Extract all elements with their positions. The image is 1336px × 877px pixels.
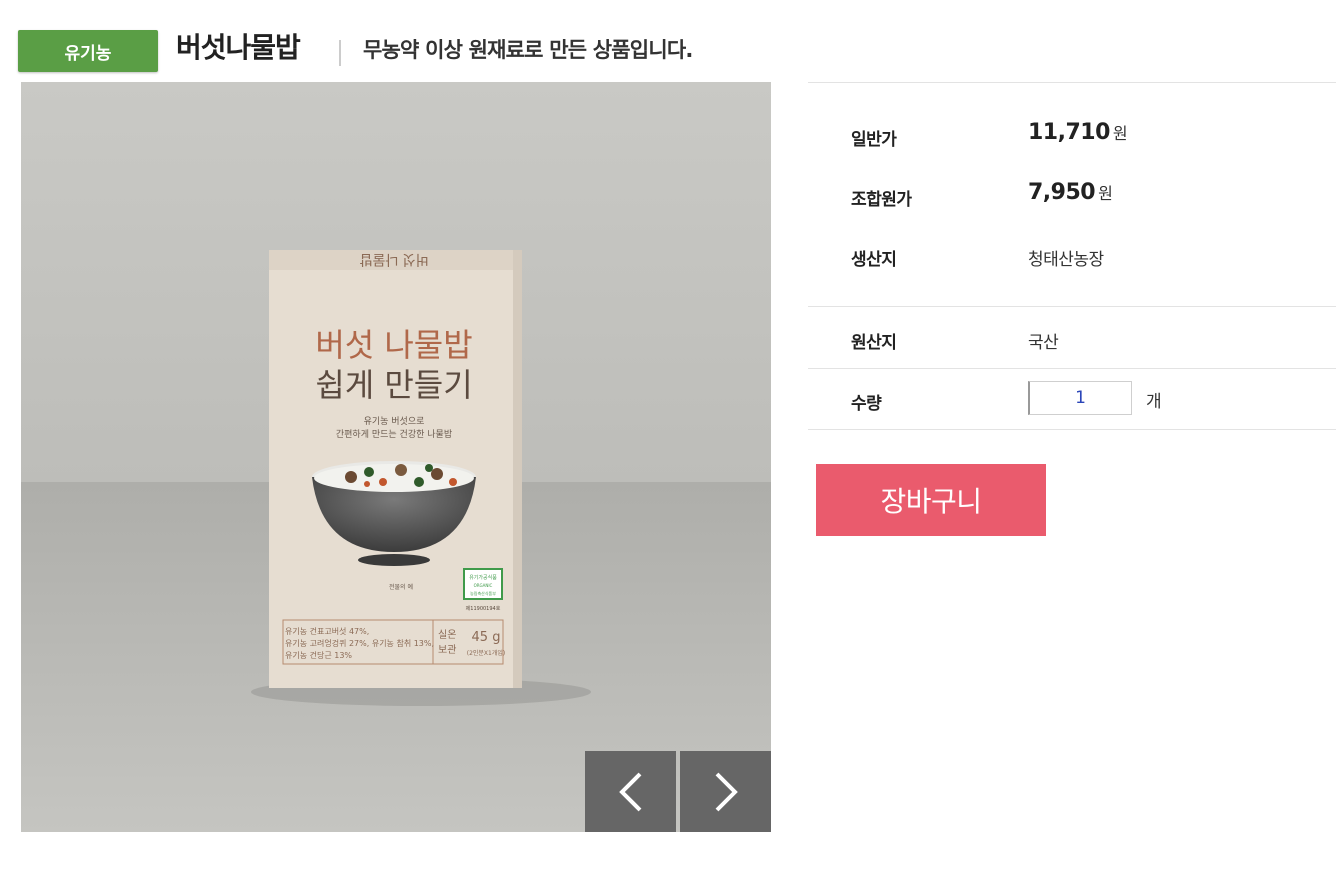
quantity-input[interactable] bbox=[1028, 381, 1132, 415]
currency-label: 원 bbox=[1098, 184, 1113, 203]
producer-value: 청태산농장 bbox=[1028, 250, 1104, 270]
chevron-left-icon bbox=[618, 772, 641, 811]
producer-label: 생산지 bbox=[851, 250, 897, 270]
svg-text:유기농 건표고버섯 47%,: 유기농 건표고버섯 47%, bbox=[285, 626, 369, 636]
divider bbox=[808, 306, 1336, 307]
organic-badge: 유기농 bbox=[18, 30, 158, 72]
origin-label: 원산지 bbox=[851, 333, 897, 353]
divider bbox=[808, 429, 1336, 430]
svg-text:실온: 실온 bbox=[438, 629, 456, 641]
regular-price-value: 11,710 bbox=[1028, 120, 1110, 145]
product-photo: 버섯 나물밥 버섯 나물밥 쉽게 만들기 유기농 버섯으로 간편하게 만드는 건… bbox=[21, 82, 771, 832]
svg-text:ORGANIC: ORGANIC bbox=[474, 583, 493, 588]
gallery-next-button[interactable] bbox=[680, 751, 771, 832]
chevron-right-icon bbox=[715, 772, 738, 811]
product-title: 버섯나물밥 bbox=[176, 31, 301, 64]
svg-text:유기농 고려엉겅퀴 27%, 유기농 참취 13%,: 유기농 고려엉겅퀴 27%, 유기농 참취 13%, bbox=[285, 638, 434, 648]
member-price-label: 조합원가 bbox=[851, 190, 912, 210]
regular-price-label: 일반가 bbox=[851, 130, 897, 150]
svg-text:버섯 나물밥: 버섯 나물밥 bbox=[359, 251, 428, 267]
gallery-prev-button[interactable] bbox=[585, 751, 676, 832]
add-to-cart-button[interactable]: 장바구니 bbox=[816, 464, 1046, 536]
currency-label: 원 bbox=[1112, 124, 1128, 143]
svg-text:쉽게 만들기: 쉽게 만들기 bbox=[315, 366, 472, 404]
svg-text:(2인분X1개입): (2인분X1개입) bbox=[467, 649, 506, 657]
svg-text:유기가공식품: 유기가공식품 bbox=[469, 574, 497, 581]
product-image-gallery: 버섯 나물밥 버섯 나물밥 쉽게 만들기 유기농 버섯으로 간편하게 만드는 건… bbox=[21, 82, 771, 832]
title-divider bbox=[339, 40, 341, 66]
svg-text:버섯 나물밥: 버섯 나물밥 bbox=[315, 326, 472, 364]
svg-text:제11900194호: 제11900194호 bbox=[466, 605, 501, 612]
origin-value: 국산 bbox=[1028, 333, 1059, 353]
svg-text:전물의 예: 전물의 예 bbox=[389, 583, 413, 591]
svg-text:유기농 버섯으로: 유기농 버섯으로 bbox=[364, 416, 425, 427]
svg-text:보관: 보관 bbox=[438, 644, 456, 656]
quantity-unit: 개 bbox=[1146, 392, 1162, 412]
svg-text:45 g: 45 g bbox=[472, 630, 501, 645]
divider bbox=[808, 368, 1336, 369]
svg-text:유기농 건당근 13%: 유기농 건당근 13% bbox=[285, 650, 352, 660]
member-price: 7,950 원 bbox=[1028, 180, 1113, 205]
divider bbox=[808, 82, 1336, 83]
svg-text:간편하게 만드는 건강한 나물밥: 간편하게 만드는 건강한 나물밥 bbox=[336, 428, 452, 440]
product-subtitle: 무농약 이상 원재료로 만든 상품입니다. bbox=[363, 38, 693, 62]
regular-price: 11,710 원 bbox=[1028, 120, 1128, 145]
svg-text:농림축산식품부: 농림축산식품부 bbox=[470, 590, 496, 596]
member-price-value: 7,950 bbox=[1028, 180, 1096, 205]
quantity-label: 수량 bbox=[851, 394, 882, 414]
